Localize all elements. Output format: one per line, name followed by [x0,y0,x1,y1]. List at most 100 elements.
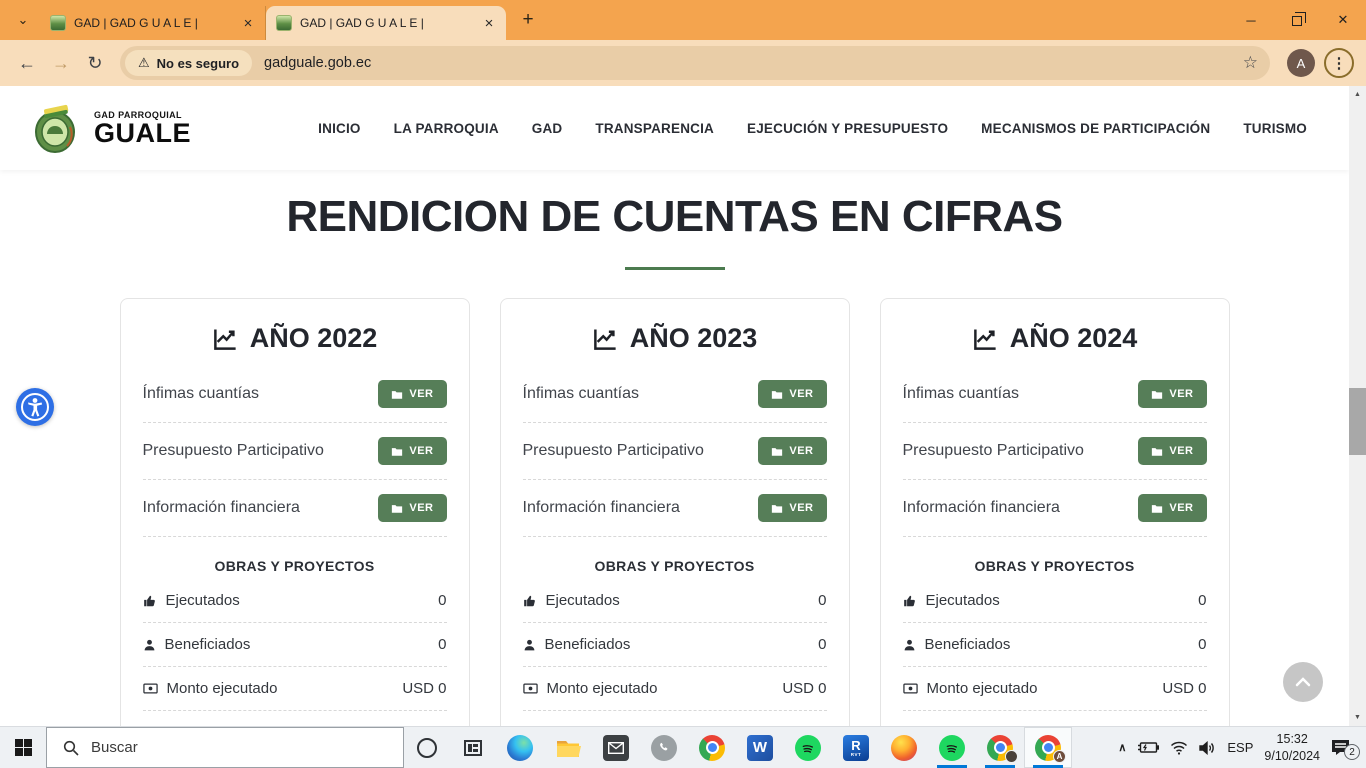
close-window-button[interactable]: ✕ [1320,0,1366,40]
task-view-button[interactable] [450,727,496,768]
site-logo[interactable]: GAD PARROQUIAL GUALE [30,101,191,155]
nav-item-inicio[interactable]: INICIO [318,121,360,136]
search-input[interactable] [91,739,403,756]
taskbar-app-whatsapp[interactable] [640,727,688,768]
taskbar-app-spotify-running[interactable] [928,727,976,768]
stat-row: Ejecutados 0 [143,579,447,623]
folder-icon [1151,446,1163,457]
tab-close-icon[interactable]: × [480,14,498,32]
taskbar-app-spotify[interactable] [784,727,832,768]
address-bar[interactable]: ⚠ No es seguro gadguale.gob.ec ☆ [120,46,1270,80]
chart-line-icon [592,325,619,352]
cortana-icon [417,738,437,758]
revit-sub-label: RVT [851,752,861,757]
volume-icon[interactable] [1199,741,1216,755]
browser-menu-button[interactable]: ⋮ [1324,48,1354,78]
stat-row: Beneficiados 0 [523,623,827,667]
nav-item-mecanismos[interactable]: MECANISMOS DE PARTICIPACIÓN [981,121,1210,136]
tray-expand-chevron-icon[interactable]: ∧ [1118,741,1126,754]
url-text[interactable]: gadguale.gob.ec [264,55,1239,71]
reload-button[interactable]: ↻ [78,46,112,80]
mail-icon [603,735,629,761]
year-card-2022: AÑO 2022 Ínfimas cuantías VER Presupuest… [120,298,470,726]
tab-search-chevron-icon[interactable]: ⌄ [10,7,36,33]
tab-title: GAD | GAD G U A L E | [74,16,239,30]
browser-tab-1[interactable]: GAD | GAD G U A L E | × [40,6,266,40]
kebab-menu-icon: ⋮ [1332,54,1347,72]
accessibility-icon [19,391,51,423]
card-year-label: AÑO 2022 [250,323,378,354]
card-header: AÑO 2022 [143,323,447,354]
start-button[interactable] [0,727,46,768]
taskbar-app-chrome-profile1[interactable] [976,727,1024,768]
browser-toolbar: ← → ↻ ⚠ No es seguro gadguale.gob.ec ☆ A… [0,40,1366,86]
year-card-2024: AÑO 2024 Ínfimas cuantías VER Presupuest… [880,298,1230,726]
taskbar-app-revit[interactable]: R RVT [832,727,880,768]
taskbar-clock[interactable]: 15:32 9/10/2024 [1264,731,1320,764]
ver-label: VER [789,502,813,514]
ver-button[interactable]: VER [378,437,446,465]
stat-value: 0 [438,592,446,609]
page-content: GAD PARROQUIAL GUALE INICIO LA PARROQUIA… [0,86,1349,726]
ver-label: VER [409,388,433,400]
ver-button[interactable]: VER [1138,437,1206,465]
scrollbar-thumb[interactable] [1349,388,1366,455]
scrollbar-up-arrow[interactable]: ▲ [1349,86,1366,103]
link-label: Ínfimas cuantías [903,385,1020,403]
taskbar-app-chrome-profile2-active[interactable]: A [1024,727,1072,768]
ver-button[interactable]: VER [758,494,826,522]
scroll-to-top-button[interactable] [1283,662,1323,702]
security-chip[interactable]: ⚠ No es seguro [125,50,252,76]
stat-label-text: Ejecutados [546,592,620,609]
forward-button[interactable]: → [44,46,78,80]
money-bill-icon [903,682,918,695]
close-icon: ✕ [1338,12,1349,28]
new-tab-button[interactable]: + [514,6,542,34]
taskbar-app-mail[interactable] [592,727,640,768]
bookmark-star-icon[interactable]: ☆ [1239,53,1262,73]
word-letter: W [753,739,767,756]
keyboard-language-label[interactable]: ESP [1227,740,1253,755]
cortana-button[interactable] [404,727,450,768]
link-label: Presupuesto Participativo [143,442,324,460]
action-center-button[interactable]: 2 [1331,739,1356,756]
main-navigation: INICIO LA PARROQUIA GAD TRANSPARENCIA EJ… [318,121,1307,136]
reload-icon: ↻ [87,53,102,74]
ver-button[interactable]: VER [758,437,826,465]
ver-button[interactable]: VER [378,380,446,408]
browser-tab-2[interactable]: GAD | GAD G U A L E | × [266,6,506,40]
nav-item-la-parroquia[interactable]: LA PARROQUIA [394,121,499,136]
page-scrollbar[interactable]: ▲ ▼ [1349,86,1366,726]
chevron-up-icon [1295,677,1311,687]
year-card-2023: AÑO 2023 Ínfimas cuantías VER Presupuest… [500,298,850,726]
windows-taskbar: W R RVT A ∧ ESP 15 [0,726,1366,768]
ver-button[interactable]: VER [378,494,446,522]
taskbar-search-box[interactable] [46,727,404,768]
tab-close-icon[interactable]: × [239,14,257,32]
ver-button[interactable]: VER [1138,380,1206,408]
taskbar-app-firefox[interactable] [880,727,928,768]
scrollbar-down-arrow[interactable]: ▼ [1349,709,1366,726]
accessibility-widget-button[interactable] [16,388,54,426]
nav-item-transparencia[interactable]: TRANSPARENCIA [595,121,714,136]
logo-text: GAD PARROQUIAL GUALE [94,110,191,147]
taskbar-app-word[interactable]: W [736,727,784,768]
logo-title: GUALE [94,120,191,147]
ver-button[interactable]: VER [1138,494,1206,522]
taskbar-app-file-explorer[interactable] [544,727,592,768]
nav-item-gad[interactable]: GAD [532,121,563,136]
ver-button[interactable]: VER [758,380,826,408]
nav-item-turismo[interactable]: TURISMO [1243,121,1307,136]
back-button[interactable]: ← [10,46,44,80]
restore-button[interactable] [1274,0,1320,40]
profile-avatar[interactable]: A [1287,49,1315,77]
battery-icon[interactable] [1137,741,1159,754]
nav-item-ejecucion[interactable]: EJECUCIÓN Y PRESUPUESTO [747,121,948,136]
restore-icon [1292,16,1302,26]
taskbar-app-chrome[interactable] [688,727,736,768]
minimize-button[interactable]: ─ [1228,0,1274,40]
wifi-icon[interactable] [1170,741,1188,755]
taskbar-app-edge[interactable] [496,727,544,768]
edge-icon [507,735,533,761]
chart-line-icon [972,325,999,352]
